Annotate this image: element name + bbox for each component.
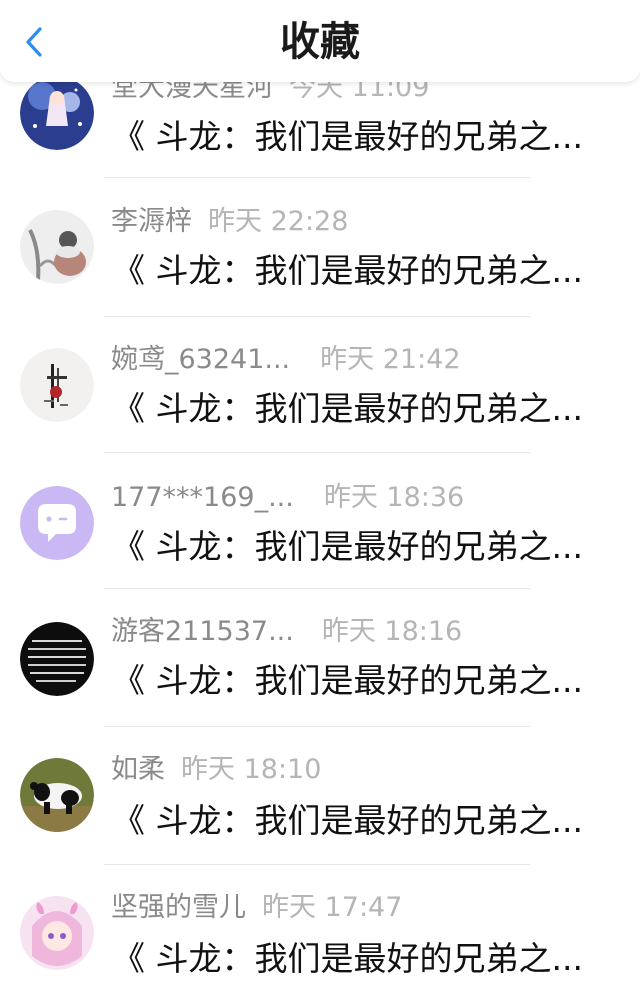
item-meta: 李溽梓 昨天 22:28 <box>111 206 348 238</box>
user-name: 177***169_... <box>111 482 294 513</box>
chat-bubble-icon <box>20 486 94 560</box>
message-preview: 《 斗龙：我们是最好的兄弟之... <box>112 117 583 156</box>
user-name: 坚强的雪儿 <box>111 892 246 923</box>
message-preview: 《 斗龙：我们是最好的兄弟之... <box>112 251 583 290</box>
timestamp: 昨天 21:42 <box>320 344 461 375</box>
timestamp: 昨天 18:10 <box>181 754 322 785</box>
list-item[interactable]: 游客211537... 昨天 18:16 《 斗龙：我们是最好的兄弟之... <box>0 588 640 727</box>
message-preview: 《 斗龙：我们是最好的兄弟之... <box>112 661 583 700</box>
item-meta: 婉鸢_63241... 昨天 21:42 <box>111 344 461 376</box>
timestamp: 昨天 22:28 <box>208 206 349 237</box>
avatar[interactable] <box>20 896 94 970</box>
user-name: 如柔 <box>111 754 165 785</box>
item-meta: 游客211537... 昨天 18:16 <box>111 616 462 648</box>
item-meta: 177***169_... 昨天 18:36 <box>111 482 464 514</box>
message-preview: 《 斗龙：我们是最好的兄弟之... <box>112 939 583 978</box>
timestamp: 昨天 18:16 <box>321 616 463 647</box>
avatar[interactable] <box>20 348 94 422</box>
list-item[interactable]: 李溽梓 昨天 22:28 《 斗龙：我们是最好的兄弟之... <box>0 176 640 317</box>
message-preview: 《 斗龙：我们是最好的兄弟之... <box>112 801 583 840</box>
item-meta: 如柔 昨天 18:10 <box>111 754 321 786</box>
page-title: 收藏 <box>280 19 360 65</box>
avatar[interactable] <box>20 76 94 150</box>
list-item[interactable]: 如柔 昨天 18:10 《 斗龙：我们是最好的兄弟之... <box>0 726 640 865</box>
favorites-screen: 堂大漫天星河 今天 11:09 《 斗龙：我们是最好的兄弟之... 李溽梓 昨天 2… <box>0 0 640 1004</box>
timestamp: 昨天 18:36 <box>323 482 465 513</box>
avatar[interactable] <box>20 486 94 560</box>
message-preview: 《 斗龙：我们是最好的兄弟之... <box>112 527 583 566</box>
avatar[interactable] <box>20 210 94 284</box>
message-preview: 《 斗龙：我们是最好的兄弟之... <box>112 389 583 428</box>
list-item[interactable]: 坚强的雪儿 昨天 17:47 《 斗龙：我们是最好的兄弟之... <box>0 864 640 1002</box>
avatar[interactable] <box>20 622 94 696</box>
user-name: 李溽梓 <box>111 206 192 237</box>
top-bar: 收藏 <box>0 0 640 82</box>
avatar[interactable] <box>20 758 94 832</box>
list-item[interactable]: 婉鸢_63241... 昨天 21:42 《 斗龙：我们是最好的兄弟之... <box>0 314 640 453</box>
timestamp: 昨天 17:47 <box>262 892 403 923</box>
user-name: 婉鸢_63241... <box>111 344 291 375</box>
user-name: 游客211537... <box>111 616 294 647</box>
list-item[interactable]: 177***169_... 昨天 18:36 《 斗龙：我们是最好的兄弟之... <box>0 452 640 590</box>
item-meta: 坚强的雪儿 昨天 17:47 <box>111 892 402 924</box>
